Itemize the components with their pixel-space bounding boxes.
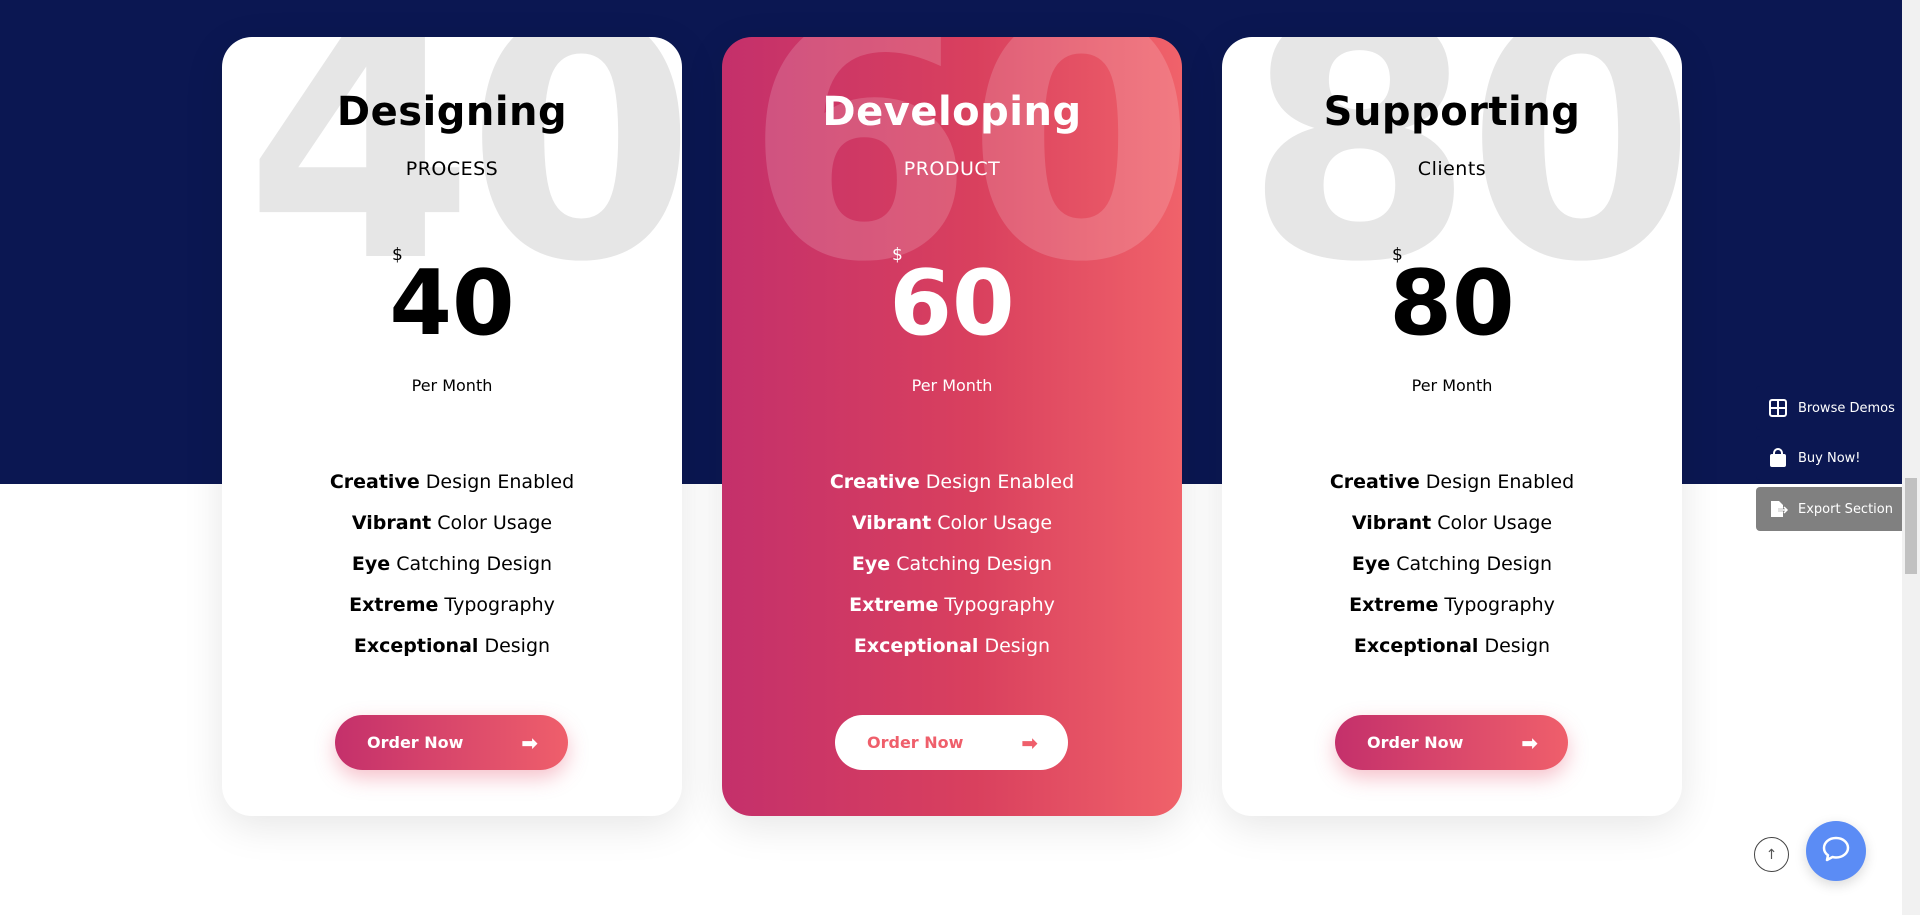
price-value: 40 [389,251,515,356]
pricing-card-supporting: 80 Supporting Clients $ 80 Per Month Cre… [1222,37,1682,816]
feature-text: Catching Design [390,553,553,575]
feature-bold: Eye [851,553,891,575]
feature-text: Typography [938,594,1055,616]
feature-text: Design [1478,635,1551,657]
card-title: Designing [336,89,568,135]
arrow-up-icon: ↑ [1765,846,1778,863]
card-title: Developing [822,89,1082,135]
browse-demos-button[interactable]: Browse Demos [1756,386,1902,430]
feature-item: Extreme Typography [222,585,682,626]
browse-demos-label: Browse Demos [1798,400,1895,416]
arrow-right-icon: ➡ [1521,730,1538,755]
feature-item: Eye Catching Design [1222,544,1682,585]
order-now-button[interactable]: Order Now ➡ [1335,715,1568,770]
order-now-button[interactable]: Order Now ➡ [335,715,568,770]
card-title: Supporting [1323,89,1581,135]
feature-text: Design Enabled [1419,471,1575,493]
card-subtitle: Clients [1417,158,1487,180]
feature-bold: Vibrant [1351,512,1432,534]
scrollbar-thumb[interactable] [1905,478,1917,574]
feature-text: Design Enabled [919,471,1075,493]
feature-bold: Exceptional [853,635,979,657]
arrow-right-icon: ➡ [521,730,538,755]
feature-list: Creative Design Enabled Vibrant Color Us… [1222,462,1682,667]
billing-period: Per Month [1411,376,1493,395]
feature-bold: Vibrant [851,512,932,534]
feature-bold: Eye [1351,553,1391,575]
feature-item: Creative Design Enabled [222,462,682,503]
card-subtitle: PRODUCT [903,158,1001,180]
feature-bold: Creative [829,471,920,493]
order-now-label: Order Now [1367,733,1464,752]
feature-text: Catching Design [1390,553,1553,575]
card-subtitle: PROCESS [405,158,499,180]
feature-bold: Creative [329,471,420,493]
chat-bubble-icon [1821,834,1851,868]
feature-text: Color Usage [431,512,553,534]
scroll-to-top-button[interactable]: ↑ [1754,837,1789,872]
feature-text: Color Usage [1431,512,1553,534]
feature-item: Vibrant Color Usage [1222,503,1682,544]
feature-item: Creative Design Enabled [1222,462,1682,503]
feature-text: Typography [438,594,555,616]
feature-item: Vibrant Color Usage [722,503,1182,544]
feature-item: Eye Catching Design [222,544,682,585]
feature-item: Exceptional Design [722,626,1182,667]
order-now-label: Order Now [867,733,964,752]
buy-now-button[interactable]: Buy Now! [1756,436,1902,480]
shopping-bag-icon [1768,448,1788,468]
feature-text: Design [978,635,1051,657]
arrow-right-icon: ➡ [1021,730,1038,755]
order-now-button[interactable]: Order Now ➡ [835,715,1068,770]
pricing-card-developing: 60 Developing PRODUCT $ 60 Per Month Cre… [722,37,1182,816]
feature-item: Extreme Typography [1222,585,1682,626]
feature-bold: Exceptional [1353,635,1479,657]
price-value: 80 [1389,251,1515,356]
feature-text: Design Enabled [419,471,575,493]
buy-now-label: Buy Now! [1798,450,1861,466]
feature-list: Creative Design Enabled Vibrant Color Us… [722,462,1182,667]
export-icon [1768,499,1788,519]
export-section-button[interactable]: Export Section [1756,487,1902,531]
feature-bold: Vibrant [351,512,432,534]
grid-icon [1768,398,1788,418]
feature-item: Vibrant Color Usage [222,503,682,544]
billing-period: Per Month [911,376,993,395]
page-scrollbar[interactable] [1902,0,1920,915]
feature-bold: Extreme [349,594,439,616]
feature-bold: Extreme [849,594,939,616]
feature-item: Exceptional Design [222,626,682,667]
feature-bold: Eye [351,553,391,575]
pricing-card-designing: 40 Designing PROCESS $ 40 Per Month Crea… [222,37,682,816]
feature-text: Design [478,635,551,657]
feature-bold: Exceptional [353,635,479,657]
chat-button[interactable] [1806,821,1866,881]
feature-text: Typography [1438,594,1555,616]
feature-item: Eye Catching Design [722,544,1182,585]
feature-item: Creative Design Enabled [722,462,1182,503]
feature-item: Exceptional Design [1222,626,1682,667]
feature-text: Catching Design [890,553,1053,575]
billing-period: Per Month [411,376,493,395]
feature-text: Color Usage [931,512,1053,534]
feature-bold: Extreme [1349,594,1439,616]
order-now-label: Order Now [367,733,464,752]
feature-list: Creative Design Enabled Vibrant Color Us… [222,462,682,667]
export-section-label: Export Section [1798,501,1893,517]
feature-bold: Creative [1329,471,1420,493]
feature-item: Extreme Typography [722,585,1182,626]
price-value: 60 [889,251,1015,356]
